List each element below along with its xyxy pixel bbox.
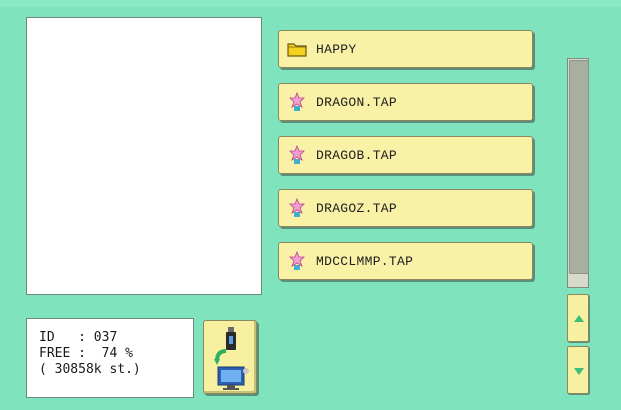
- file-item-dragoz-tap[interactable]: DRAGOZ.TAP: [278, 189, 533, 227]
- file-browser-screen: ID : 037 FREE : 74 %( 30858k st.) HAPPY …: [0, 0, 621, 410]
- usb-to-screen-icon: [214, 327, 249, 390]
- file-item-dragob-tap[interactable]: DRAGOB.TAP: [278, 136, 533, 174]
- design-preview-panel: [26, 17, 262, 295]
- embroidery-file-icon: [289, 144, 305, 164]
- usb-transfer-button[interactable]: [203, 320, 257, 394]
- stitch-capacity-line: ( 30858k st.): [39, 362, 141, 377]
- file-item-happy-folder[interactable]: HAPPY: [278, 30, 533, 68]
- file-item-label: DRAGOB.TAP: [316, 147, 398, 163]
- top-strip: [0, 0, 621, 7]
- id-line: ID : 037: [39, 330, 118, 345]
- file-item-label: DRAGON.TAP: [316, 94, 398, 110]
- file-item-label: MDCCLMMP.TAP: [316, 253, 414, 269]
- arrow-down-icon: [574, 368, 584, 375]
- file-item-label: HAPPY: [316, 41, 357, 57]
- folder-icon: [287, 43, 307, 57]
- embroidery-file-icon: [289, 197, 305, 217]
- arrow-up-icon: [574, 315, 584, 322]
- embroidery-file-icon: [289, 91, 305, 111]
- scroll-up-button[interactable]: [567, 294, 589, 342]
- file-item-mdcclmmp-tap[interactable]: MDCCLMMP.TAP: [278, 242, 533, 280]
- scroll-thumb[interactable]: [569, 60, 589, 274]
- memory-info-box: ID : 037 FREE : 74 %( 30858k st.): [26, 318, 194, 398]
- file-item-label: DRAGOZ.TAP: [316, 200, 398, 216]
- scroll-track[interactable]: [567, 58, 589, 288]
- file-list-scrollbar[interactable]: [567, 58, 589, 394]
- free-line: FREE : 74 %: [39, 346, 133, 361]
- embroidery-file-icon: [289, 250, 305, 270]
- file-item-dragon-tap[interactable]: DRAGON.TAP: [278, 83, 533, 121]
- scroll-down-button[interactable]: [567, 346, 589, 394]
